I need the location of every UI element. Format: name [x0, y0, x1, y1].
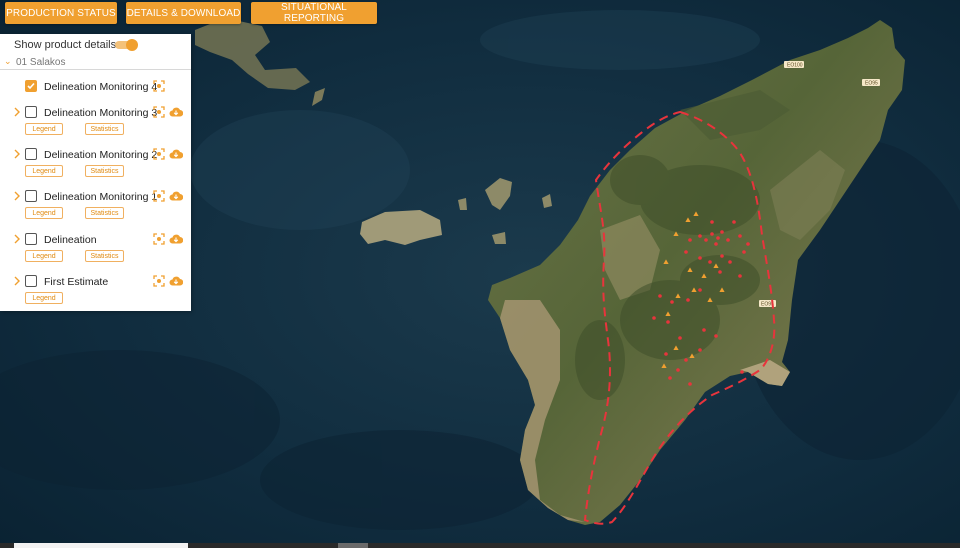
cloud-download-icon[interactable]: [169, 275, 183, 287]
scroll-thumb[interactable]: [338, 543, 368, 548]
hotspot-point: [688, 382, 692, 386]
statistics-button[interactable]: Statistics: [85, 207, 124, 219]
cloud-download-icon[interactable]: [169, 106, 183, 118]
layer-label: Delineation: [44, 234, 97, 246]
layer-label: Delineation Monitoring 1: [44, 191, 158, 203]
hotspot-point: [704, 238, 708, 242]
legend-button[interactable]: Legend: [25, 165, 63, 177]
hotspot-point: [652, 316, 656, 320]
cloud-download-icon[interactable]: [169, 148, 183, 160]
hotspot-point: [718, 270, 722, 274]
hotspot-point: [710, 232, 714, 236]
hotspot-point: [738, 274, 742, 278]
layer-checkbox[interactable]: [25, 106, 37, 118]
layer-checkbox[interactable]: [25, 148, 37, 160]
layer-checkbox[interactable]: [25, 190, 37, 202]
hotspot-point: [666, 320, 670, 324]
hotspot-point: [742, 250, 746, 254]
layer-checkbox[interactable]: [25, 80, 37, 92]
statistics-button[interactable]: Statistics: [85, 250, 124, 262]
cloud-download-icon[interactable]: [169, 190, 183, 202]
layer-label: Delineation Monitoring 4: [44, 81, 158, 93]
hotspot-point: [726, 238, 730, 242]
statistics-button[interactable]: Statistics: [85, 165, 124, 177]
show-details-label: Show product details: [14, 39, 117, 51]
legend-button[interactable]: Legend: [25, 207, 63, 219]
hotspot-point: [732, 220, 736, 224]
chevron-right-icon[interactable]: [13, 191, 21, 201]
cloud-download-icon[interactable]: [169, 233, 183, 245]
zoom-to-icon[interactable]: [153, 275, 165, 287]
zoom-to-icon[interactable]: [153, 148, 165, 160]
hotspot-point: [728, 260, 732, 264]
hotspot-point: [708, 260, 712, 264]
attribution-bar: [14, 543, 188, 548]
chevron-down-icon: ⌄: [4, 56, 12, 66]
hotspot-point: [684, 358, 688, 362]
legend-button[interactable]: Legend: [25, 292, 63, 304]
zoom-to-icon[interactable]: [153, 106, 165, 118]
chevron-right-icon[interactable]: [13, 149, 21, 159]
hotspot-point: [684, 250, 688, 254]
hotspot-point: [658, 294, 662, 298]
hotspot-point: [670, 300, 674, 304]
zoom-to-icon[interactable]: [153, 233, 165, 245]
product-panel: Show product details ⌄ 01 Salakos Deline…: [0, 34, 191, 311]
hotspot-point: [720, 254, 724, 258]
layer-label: Delineation Monitoring 3: [44, 107, 158, 119]
layer-checkbox[interactable]: [25, 275, 37, 287]
statistics-button[interactable]: Statistics: [85, 123, 124, 135]
show-details-toggle[interactable]: [115, 39, 138, 51]
hotspot-point: [688, 238, 692, 242]
hotspot-point: [678, 336, 682, 340]
hotspot-point: [720, 230, 724, 234]
chevron-right-icon[interactable]: [13, 276, 21, 286]
layer-label: Delineation Monitoring 2: [44, 149, 158, 161]
zoom-to-icon[interactable]: [153, 80, 165, 92]
show-details-row: Show product details: [14, 38, 116, 52]
hotspot-point: [714, 334, 718, 338]
layer-checkbox[interactable]: [25, 233, 37, 245]
hotspot-point: [710, 220, 714, 224]
hotspot-point: [668, 376, 672, 380]
zoom-to-icon[interactable]: [153, 190, 165, 202]
hotspot-point: [716, 236, 720, 240]
hotspot-point: [698, 348, 702, 352]
situational-reporting-button[interactable]: SITUATIONAL REPORTING: [251, 2, 377, 24]
hotspot-point: [746, 242, 750, 246]
layer-label: First Estimate: [44, 276, 109, 288]
legend-button[interactable]: Legend: [25, 250, 63, 262]
hotspot-point: [738, 234, 742, 238]
group-label: 01 Salakos: [16, 57, 66, 68]
hotspot-point: [702, 328, 706, 332]
details-download-button[interactable]: DETAILS & DOWNLOAD: [126, 2, 241, 24]
road-label: ΕΟ100: [787, 63, 803, 69]
hotspot-point: [698, 256, 702, 260]
legend-button[interactable]: Legend: [25, 123, 63, 135]
hotspot-point: [714, 242, 718, 246]
group-header[interactable]: ⌄ 01 Salakos: [0, 56, 191, 70]
chevron-right-icon[interactable]: [13, 107, 21, 117]
hotspot-point: [686, 298, 690, 302]
hotspot-point: [698, 234, 702, 238]
chevron-right-icon[interactable]: [13, 234, 21, 244]
hotspot-point: [676, 368, 680, 372]
hotspot-point: [664, 352, 668, 356]
road-label: ΕΟ95: [865, 81, 878, 87]
hotspot-point: [740, 370, 744, 374]
hotspot-point: [698, 288, 702, 292]
production-status-button[interactable]: PRODUCTION STATUS: [5, 2, 117, 24]
